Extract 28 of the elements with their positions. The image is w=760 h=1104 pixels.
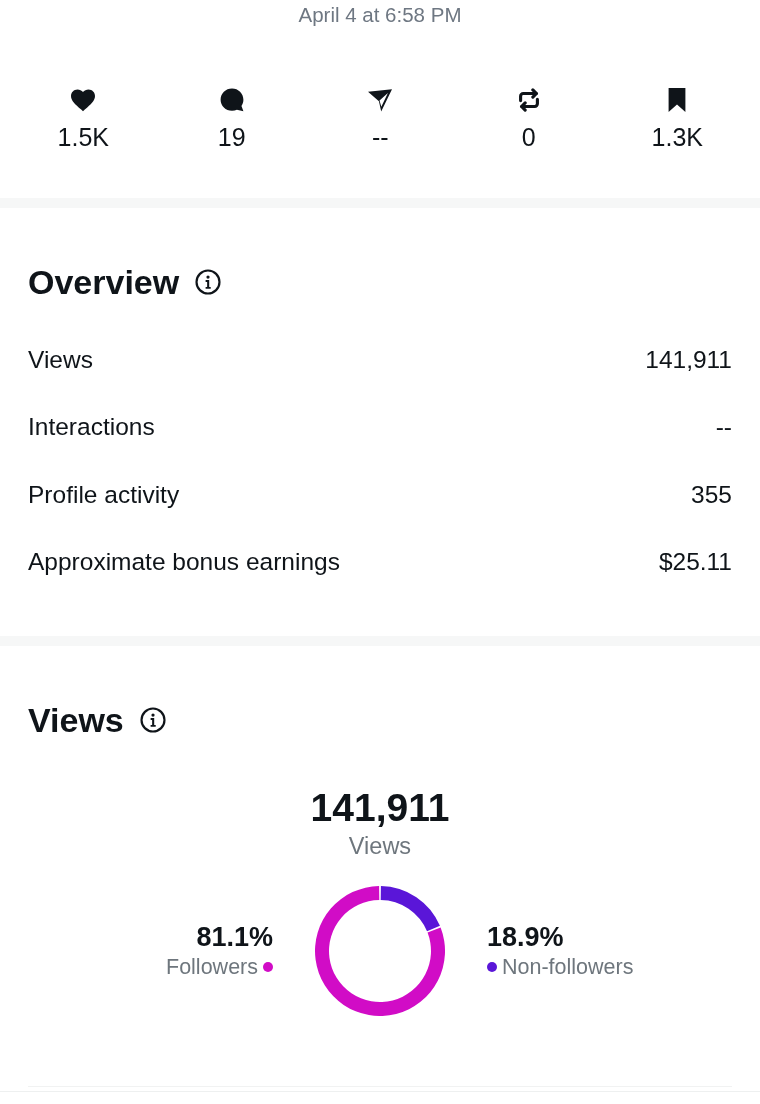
total-views-value: 141,911 (310, 785, 450, 831)
stat-count: 1.5K (57, 122, 109, 152)
speech-bubble-icon (219, 88, 244, 112)
metric-label: Interactions (28, 413, 155, 442)
metric-value: -- (715, 413, 732, 442)
legend-label: Followers (166, 954, 258, 981)
repost-icon (516, 88, 541, 112)
post-timestamp: April 4 at 6:58 PM (298, 2, 462, 28)
stat-count: -- (371, 122, 389, 152)
metric-label: Approximate bonus earnings (28, 548, 340, 577)
stat-count: 19 (217, 122, 246, 152)
info-icon[interactable] (195, 269, 222, 295)
metric-value: 355 (691, 480, 732, 509)
section-title: Views (28, 700, 124, 740)
total-views-label: Views (348, 832, 412, 860)
stat-count: 0 (521, 122, 536, 152)
metric-label: Views (28, 345, 93, 374)
stat-count: 1.3K (651, 122, 703, 152)
metric-value: $25.11 (658, 548, 732, 577)
percentage-value: 81.1% (196, 921, 273, 953)
percentage-value: 18.9% (487, 921, 564, 953)
heart-icon (71, 88, 96, 112)
legend-label: Non-followers (502, 954, 634, 981)
metric-value: 141,911 (645, 345, 732, 374)
metric-label: Profile activity (28, 480, 180, 509)
paper-plane-icon (368, 88, 393, 112)
section-title: Overview (28, 262, 180, 302)
info-icon[interactable] (139, 707, 166, 733)
